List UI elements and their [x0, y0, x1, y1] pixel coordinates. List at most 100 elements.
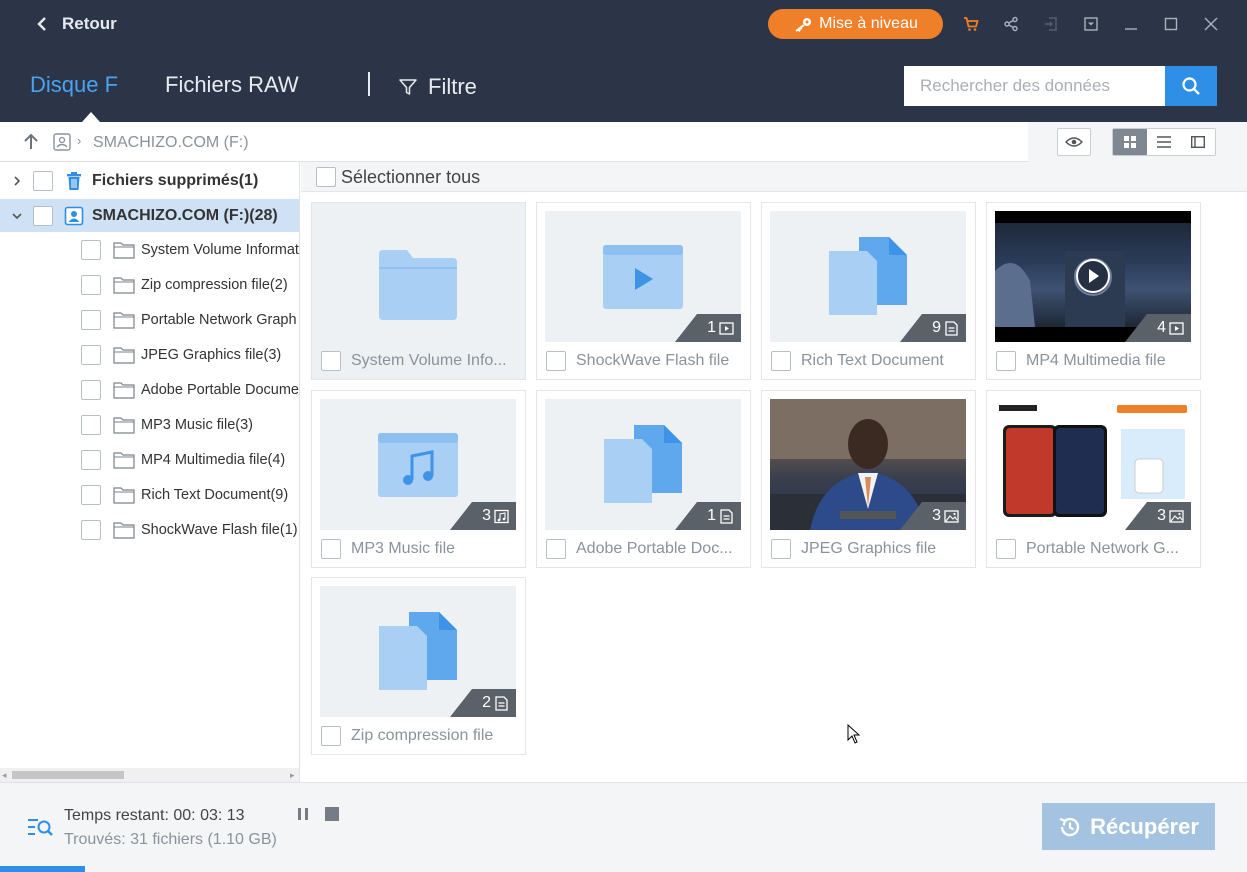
- tree-item-folder[interactable]: Portable Network Graph: [0, 303, 299, 336]
- search-input[interactable]: [904, 66, 1166, 106]
- checkbox[interactable]: [81, 309, 101, 330]
- grid-view-button[interactable]: [1113, 129, 1147, 155]
- stop-button[interactable]: [325, 807, 339, 821]
- tree-item-folder[interactable]: Zip compression file(2): [0, 268, 299, 301]
- back-button[interactable]: Retour: [36, 12, 117, 36]
- video-file-icon: [603, 245, 683, 309]
- thumbnail: 4: [995, 211, 1191, 342]
- breadcrumb[interactable]: SMACHIZO.COM (F:): [93, 134, 249, 152]
- scroll-right-icon[interactable]: ▸: [290, 770, 295, 781]
- document-icon: [720, 508, 733, 524]
- checkbox[interactable]: [546, 539, 566, 559]
- play-icon[interactable]: [1073, 258, 1113, 294]
- checkbox[interactable]: [81, 519, 101, 540]
- arrow-up-icon[interactable]: [22, 133, 40, 151]
- checkbox[interactable]: [321, 539, 341, 559]
- checkbox[interactable]: [771, 539, 791, 559]
- checkbox[interactable]: [81, 379, 101, 400]
- horizontal-scrollbar[interactable]: ◂ ▸: [0, 768, 299, 782]
- thumbnail: 1: [545, 399, 741, 530]
- file-card[interactable]: 4 MP4 Multimedia file: [986, 202, 1201, 380]
- checkbox[interactable]: [81, 449, 101, 470]
- checkbox[interactable]: [321, 351, 341, 371]
- time-remaining: Temps restant: 00: 03: 13: [64, 807, 245, 824]
- checkbox[interactable]: [81, 274, 101, 295]
- card-label: Rich Text Document: [801, 352, 944, 369]
- cart-button[interactable]: [951, 12, 991, 36]
- minimize-button[interactable]: [1111, 12, 1151, 36]
- checkbox[interactable]: [33, 205, 53, 226]
- card-label: Zip compression file: [351, 727, 494, 744]
- recover-label: Récupérer: [1090, 813, 1199, 839]
- mouse-cursor-icon: [847, 724, 861, 744]
- file-card[interactable]: 3 Portable Network G...: [986, 390, 1201, 568]
- tree-item-folder[interactable]: Adobe Portable Docume: [0, 373, 299, 406]
- count-badge: 2: [450, 689, 516, 717]
- list-view-button[interactable]: [1147, 129, 1181, 155]
- recover-button[interactable]: Récupérer: [1042, 803, 1215, 850]
- checkbox[interactable]: [33, 170, 53, 191]
- close-button[interactable]: [1191, 12, 1231, 36]
- drive-icon: [64, 206, 84, 225]
- chevron-down-icon[interactable]: [11, 210, 23, 222]
- tree-item-folder[interactable]: Rich Text Document(9): [0, 478, 299, 511]
- select-all-checkbox[interactable]: [316, 167, 336, 187]
- count: 2: [482, 694, 491, 711]
- document-icon: [495, 695, 508, 711]
- tab-raw-files[interactable]: Fichiers RAW: [165, 72, 299, 98]
- file-card[interactable]: System Volume Info...: [311, 202, 526, 380]
- select-all-label[interactable]: Sélectionner tous: [341, 167, 480, 188]
- tree-item-folder[interactable]: MP3 Music file(3): [0, 408, 299, 441]
- checkbox[interactable]: [321, 726, 341, 746]
- dropdown-menu-icon: [1084, 17, 1098, 31]
- checkbox[interactable]: [771, 351, 791, 371]
- file-card[interactable]: 3 JPEG Graphics file: [761, 390, 976, 568]
- folder-icon: [379, 250, 457, 320]
- share-button[interactable]: [991, 12, 1031, 36]
- checkbox[interactable]: [81, 344, 101, 365]
- tree-item-folder[interactable]: ShockWave Flash file(1): [0, 513, 299, 546]
- filter-icon: [399, 79, 417, 95]
- checkbox[interactable]: [81, 414, 101, 435]
- checkbox[interactable]: [996, 351, 1016, 371]
- file-card[interactable]: 1 Adobe Portable Doc...: [536, 390, 751, 568]
- maximize-button[interactable]: [1151, 12, 1191, 36]
- checkbox[interactable]: [996, 539, 1016, 559]
- menu-button[interactable]: [1071, 12, 1111, 36]
- thumbnail: 3: [320, 399, 516, 530]
- upgrade-label: Mise à niveau: [819, 15, 918, 32]
- chevron-right-icon[interactable]: [11, 175, 23, 187]
- tree-item-drive-f[interactable]: SMACHIZO.COM (F:)(28): [0, 199, 299, 232]
- folder-icon: [113, 451, 135, 469]
- checkbox[interactable]: [81, 484, 101, 505]
- search-icon: [1182, 77, 1200, 95]
- pause-icon[interactable]: [296, 807, 310, 821]
- view-mode-group: [1112, 128, 1216, 156]
- file-card[interactable]: 1 ShockWave Flash file: [536, 202, 751, 380]
- signin-button[interactable]: [1031, 12, 1071, 36]
- file-card[interactable]: 9 Rich Text Document: [761, 202, 976, 380]
- filter-button[interactable]: Filtre: [398, 74, 477, 100]
- tree-item-folder[interactable]: System Volume Informat: [0, 233, 299, 266]
- minimize-icon: [1125, 28, 1137, 30]
- nav-divider: [368, 72, 370, 96]
- tree-item-label: Rich Text Document(9): [141, 486, 289, 503]
- checkbox[interactable]: [81, 239, 101, 260]
- tree-item-folder[interactable]: MP4 Multimedia file(4): [0, 443, 299, 476]
- list-icon: [1157, 136, 1171, 148]
- checkbox[interactable]: [546, 351, 566, 371]
- detail-view-button[interactable]: [1181, 129, 1215, 155]
- scroll-left-icon[interactable]: ◂: [2, 770, 7, 781]
- search-button[interactable]: [1165, 66, 1217, 106]
- tree-item-folder[interactable]: JPEG Graphics file(3): [0, 338, 299, 371]
- status-bar: Temps restant: 00: 03: 13 Trouvés: 31 fi…: [0, 782, 1247, 872]
- tab-disk-f[interactable]: Disque F: [30, 72, 118, 98]
- tree-item-deleted-files[interactable]: Fichiers supprimés(1): [0, 164, 299, 197]
- file-card[interactable]: 3 MP3 Music file: [311, 390, 526, 568]
- scrollbar-thumb[interactable]: [12, 771, 124, 779]
- folder-icon: [113, 241, 135, 259]
- upgrade-button[interactable]: Mise à niveau: [768, 9, 943, 39]
- preview-button[interactable]: [1057, 128, 1091, 156]
- file-card[interactable]: 2 Zip compression file: [311, 577, 526, 755]
- count: 3: [932, 507, 941, 524]
